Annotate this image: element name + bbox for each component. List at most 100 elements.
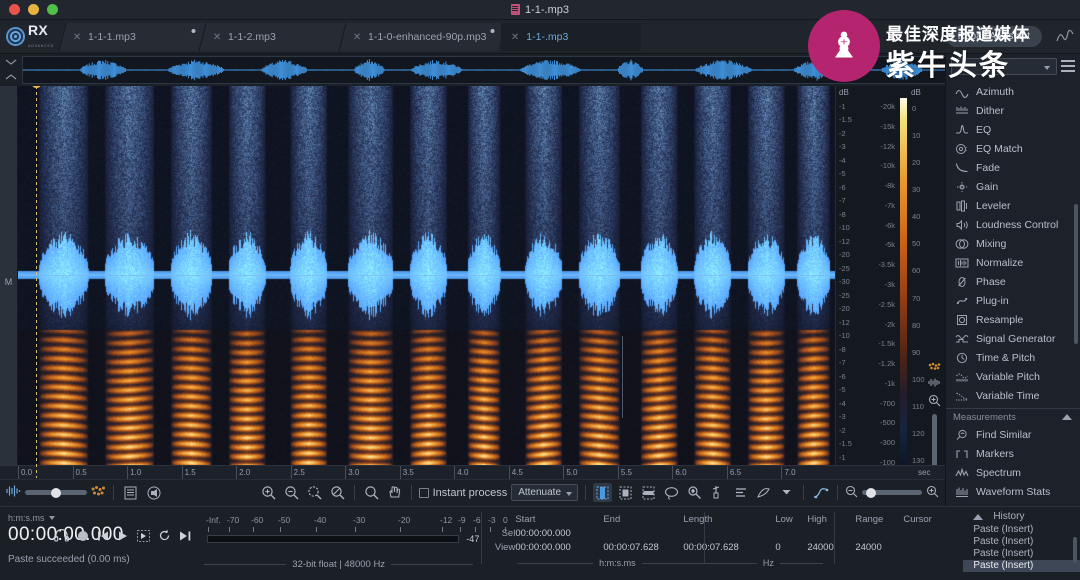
module-item-waveform-stats[interactable]: Waveform Stats xyxy=(946,482,1080,501)
play-button[interactable] xyxy=(117,530,129,545)
playhead-marker[interactable] xyxy=(32,86,41,478)
monitor-speaker-icon[interactable] xyxy=(144,483,163,502)
module-item-leveler[interactable]: Leveler xyxy=(946,196,1080,215)
time-format-selector[interactable]: h:m:s.ms xyxy=(8,513,198,523)
module-item-markers[interactable]: Markers xyxy=(946,444,1080,463)
pen-envelope-tool-icon[interactable] xyxy=(811,483,830,502)
zoom-reset-button[interactable] xyxy=(328,483,347,502)
skip-back-button[interactable] xyxy=(97,530,109,545)
close-tab-icon[interactable]: ✕ xyxy=(511,32,519,43)
lasso-selection-tool-icon[interactable] xyxy=(662,483,681,502)
view-end-value[interactable]: 00:00:07.628 xyxy=(603,540,683,554)
eraser-tool-icon[interactable] xyxy=(754,483,773,502)
history-scrollbar[interactable] xyxy=(1073,537,1077,563)
module-item-variable-pitch[interactable]: Variable Pitch xyxy=(946,367,1080,386)
sel-high-value[interactable] xyxy=(807,526,855,540)
module-item-eq[interactable]: EQ xyxy=(946,120,1080,139)
view-start-value[interactable]: 00:00:00.000 xyxy=(515,540,603,554)
vertical-zoom-in-button[interactable] xyxy=(928,394,941,410)
horizontal-zoom-in-button[interactable] xyxy=(926,485,939,501)
module-item-azimuth[interactable]: Azimuth xyxy=(946,82,1080,101)
history-entry[interactable]: Paste (Insert) xyxy=(963,560,1080,572)
chevron-expand-icon[interactable] xyxy=(5,72,17,84)
module-item-eq-match[interactable]: EQ Match xyxy=(946,139,1080,158)
sel-low-value[interactable] xyxy=(775,526,807,540)
magnifier-tool-icon[interactable] xyxy=(362,483,381,502)
module-item-mixing[interactable]: Mixing xyxy=(946,234,1080,253)
close-tab-icon[interactable]: ✕ xyxy=(353,32,361,43)
hand-pan-tool-icon[interactable] xyxy=(385,483,404,502)
caret-up-icon[interactable] xyxy=(1062,414,1072,420)
list-view-icon[interactable] xyxy=(121,483,140,502)
waveform-spectrogram-blend-icon[interactable] xyxy=(6,485,21,500)
waveform-blend-icon[interactable] xyxy=(928,378,941,390)
horizontal-zoom-knob[interactable] xyxy=(865,487,876,498)
tab-1-1-2[interactable]: ✕ 1-1-2.mp3 xyxy=(198,23,346,51)
history-entry[interactable]: Paste (Insert) xyxy=(963,524,1080,536)
module-item-signal-generator[interactable]: Signal Generator xyxy=(946,329,1080,348)
caret-up-icon[interactable] xyxy=(973,513,984,520)
instant-process-checkbox[interactable] xyxy=(418,487,429,498)
module-item-time-pitch[interactable]: Time & Pitch xyxy=(946,348,1080,367)
module-item-dither[interactable]: Dither xyxy=(946,101,1080,120)
process-mode-dropdown[interactable]: Attenuate xyxy=(511,484,578,501)
tab-1-1-1[interactable]: ✕ 1-1-1.mp3 xyxy=(58,23,206,51)
tab-1-1-active[interactable]: ✕ 1-1-.mp3 xyxy=(500,23,641,51)
overview-waveform[interactable] xyxy=(22,56,1058,84)
time-frequency-selection-tool-icon[interactable] xyxy=(616,483,635,502)
module-item-gain[interactable]: Gain xyxy=(946,177,1080,196)
horizontal-zoom-slider[interactable] xyxy=(862,487,922,498)
module-list-scrollbar[interactable] xyxy=(1074,204,1078,344)
sel-range-value[interactable] xyxy=(855,526,903,540)
sel-length-value[interactable] xyxy=(683,526,765,540)
module-item-loudness-control[interactable]: Loudness Control xyxy=(946,215,1080,234)
time-ruler[interactable]: 0.0 0.5 1.0 1.5 2.0 2.5 3.0 3.5 4.0 4.5 5.0 5.5 6.0 6… xyxy=(0,465,945,479)
chevron-down-icon[interactable] xyxy=(777,483,796,502)
view-length-value[interactable]: 00:00:07.628 xyxy=(683,540,765,554)
module-item-resample[interactable]: Resample xyxy=(946,310,1080,329)
close-tab-icon[interactable]: ✕ xyxy=(73,32,81,43)
module-item-fade[interactable]: Fade xyxy=(946,158,1080,177)
sel-end-value[interactable] xyxy=(603,526,683,540)
spectrogram-icon[interactable] xyxy=(928,362,941,374)
view-range-value[interactable]: 24000 xyxy=(855,540,903,554)
close-tab-icon[interactable]: ✕ xyxy=(213,32,221,43)
headphone-monitor-icon[interactable] xyxy=(54,528,69,545)
hamburger-menu-icon[interactable] xyxy=(1061,60,1075,72)
tab-1-1-0-enhanced[interactable]: ✕ 1-1-0-enhanced-90p.mp3 xyxy=(338,23,505,51)
chevron-collapse-icon[interactable] xyxy=(5,57,17,69)
view-low-value[interactable]: 0 xyxy=(775,540,807,554)
history-entry[interactable]: Paste (Insert) xyxy=(963,548,1080,560)
waveform-compare-icon[interactable] xyxy=(1050,20,1080,53)
module-item-spectrum[interactable]: Spectrum xyxy=(946,463,1080,482)
spectrogram-canvas[interactable] xyxy=(18,86,835,478)
loop-button[interactable] xyxy=(158,529,171,545)
brush-tool-icon[interactable] xyxy=(708,483,727,502)
record-button[interactable] xyxy=(77,530,89,545)
module-item-phase[interactable]: Phase xyxy=(946,272,1080,291)
module-item-find-similar[interactable]: Find Similar xyxy=(946,425,1080,444)
spectrogram-icon[interactable] xyxy=(91,485,106,500)
module-item-variable-time[interactable]: Variable Time xyxy=(946,386,1080,405)
blend-slider-track[interactable] xyxy=(25,487,87,498)
repair-assistant-button[interactable]: Repair Assistant xyxy=(945,26,1042,47)
module-item-plug-in[interactable]: Plug-in xyxy=(946,291,1080,310)
module-search-dropdown[interactable] xyxy=(951,57,1057,75)
play-to-end-button[interactable] xyxy=(179,530,192,545)
play-selection-button[interactable] xyxy=(137,529,150,545)
zoom-in-button[interactable] xyxy=(259,483,278,502)
view-high-value[interactable]: 24000 xyxy=(807,540,855,554)
history-entry[interactable]: Paste (Insert) xyxy=(963,536,1080,548)
vertical-zoom-slider[interactable] xyxy=(930,414,939,475)
sel-start-value[interactable]: 00:00:00.000 xyxy=(515,526,603,540)
zoom-out-button[interactable] xyxy=(282,483,301,502)
frequency-selection-tool-icon[interactable] xyxy=(639,483,658,502)
harmonic-selection-icon[interactable] xyxy=(731,483,750,502)
zoom-to-selection-button[interactable] xyxy=(305,483,324,502)
horizontal-zoom-out-button[interactable] xyxy=(845,485,858,501)
time-selection-tool-icon[interactable] xyxy=(593,483,612,502)
module-group-measurements[interactable]: Measurements xyxy=(946,408,1080,425)
magic-wand-tool-icon[interactable] xyxy=(685,483,704,502)
spectrogram-image[interactable] xyxy=(18,86,835,478)
blend-slider-knob[interactable] xyxy=(51,487,62,498)
